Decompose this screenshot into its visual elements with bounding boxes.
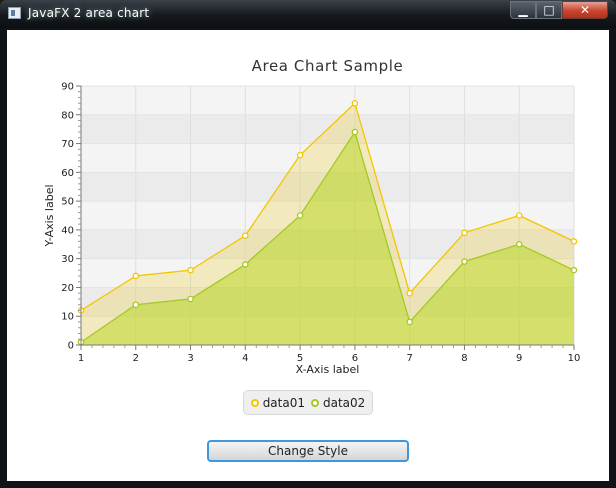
title-bar[interactable]: JavaFX 2 area chart ▁ □ ✕	[0, 0, 616, 28]
minimize-icon: ▁	[518, 3, 528, 17]
legend-item-data01: data01	[250, 395, 305, 410]
data-point-data02	[351, 128, 359, 136]
window-title: JavaFX 2 area chart	[28, 6, 150, 20]
y-tick-label: 90	[61, 82, 74, 93]
caption-buttons: ▁ □ ✕	[510, 1, 608, 20]
y-tick-label: 10	[61, 312, 74, 323]
y-tick-label: 80	[61, 110, 74, 121]
data-point-data01	[570, 238, 578, 245]
legend-label-data01: data01	[262, 395, 305, 410]
close-button[interactable]: ✕	[562, 1, 608, 19]
y-tick-label: 70	[61, 139, 74, 150]
data-point-data02	[406, 318, 413, 326]
data-point-data01	[515, 212, 523, 219]
data-point-data02	[515, 241, 523, 248]
maximize-button[interactable]: □	[536, 1, 562, 19]
minimize-button[interactable]: ▁	[510, 1, 536, 19]
chart-legend: data01 data02	[243, 390, 373, 415]
data-point-data02	[570, 266, 578, 274]
legend-symbol-data02	[311, 398, 319, 407]
data-point-data02	[296, 212, 304, 219]
x-tick-label: 3	[187, 353, 193, 364]
y-tick-label: 50	[61, 197, 74, 208]
y-axis-label: Y-Axis label	[43, 184, 56, 247]
app-icon[interactable]	[8, 7, 21, 19]
legend-label-data02: data02	[323, 395, 366, 410]
y-tick-label: 0	[68, 341, 74, 352]
data-point-data02	[461, 258, 468, 265]
plot-band	[81, 86, 574, 115]
area-chart: 01020304050607080901 2 3 4 5 6 7 8 9 10Area Chart…	[43, 57, 581, 376]
y-tick-label: 20	[61, 283, 74, 294]
x-tick-label: 2	[133, 353, 139, 364]
y-tick-label: 40	[61, 225, 74, 236]
chart-title: Area Chart Sample	[252, 57, 404, 75]
y-tick-label: 30	[61, 254, 74, 265]
x-tick-label: 9	[516, 353, 522, 364]
data-point-data02	[132, 301, 140, 308]
maximize-icon: □	[543, 3, 555, 17]
x-tick-label: 10	[568, 353, 581, 364]
data-point-data01	[132, 272, 140, 280]
chart-panel: 0 10 20 30 40 50 60 70 80 90 1 2 3 4 5 6 7 8 9 10 Area Chart…	[7, 30, 609, 481]
x-tick-label: 8	[461, 353, 467, 364]
close-icon: ✕	[579, 3, 591, 17]
x-axis-label: X-Axis label	[296, 363, 360, 376]
data-point-data01	[406, 289, 413, 297]
data-point-data01	[242, 232, 249, 239]
legend-item-data02: data02	[311, 396, 365, 410]
data-point-data02	[187, 295, 194, 303]
x-tick-label: 4	[242, 353, 248, 364]
data-point-data01	[187, 266, 194, 274]
app-window: JavaFX 2 area chart ▁ □ ✕ 0 10 20 30 40 50 60 7…	[0, 0, 616, 488]
data-point-data01	[296, 151, 304, 159]
data-point-data02	[242, 261, 249, 268]
x-tick-label: 1	[78, 353, 84, 364]
y-tick-label: 60	[61, 168, 74, 179]
x-tick-label: 7	[406, 353, 412, 364]
data-point-data01	[351, 100, 359, 107]
change-style-button[interactable]: Change Style	[207, 440, 409, 462]
legend-symbol-data01	[250, 398, 259, 407]
data-point-data01	[461, 229, 468, 237]
